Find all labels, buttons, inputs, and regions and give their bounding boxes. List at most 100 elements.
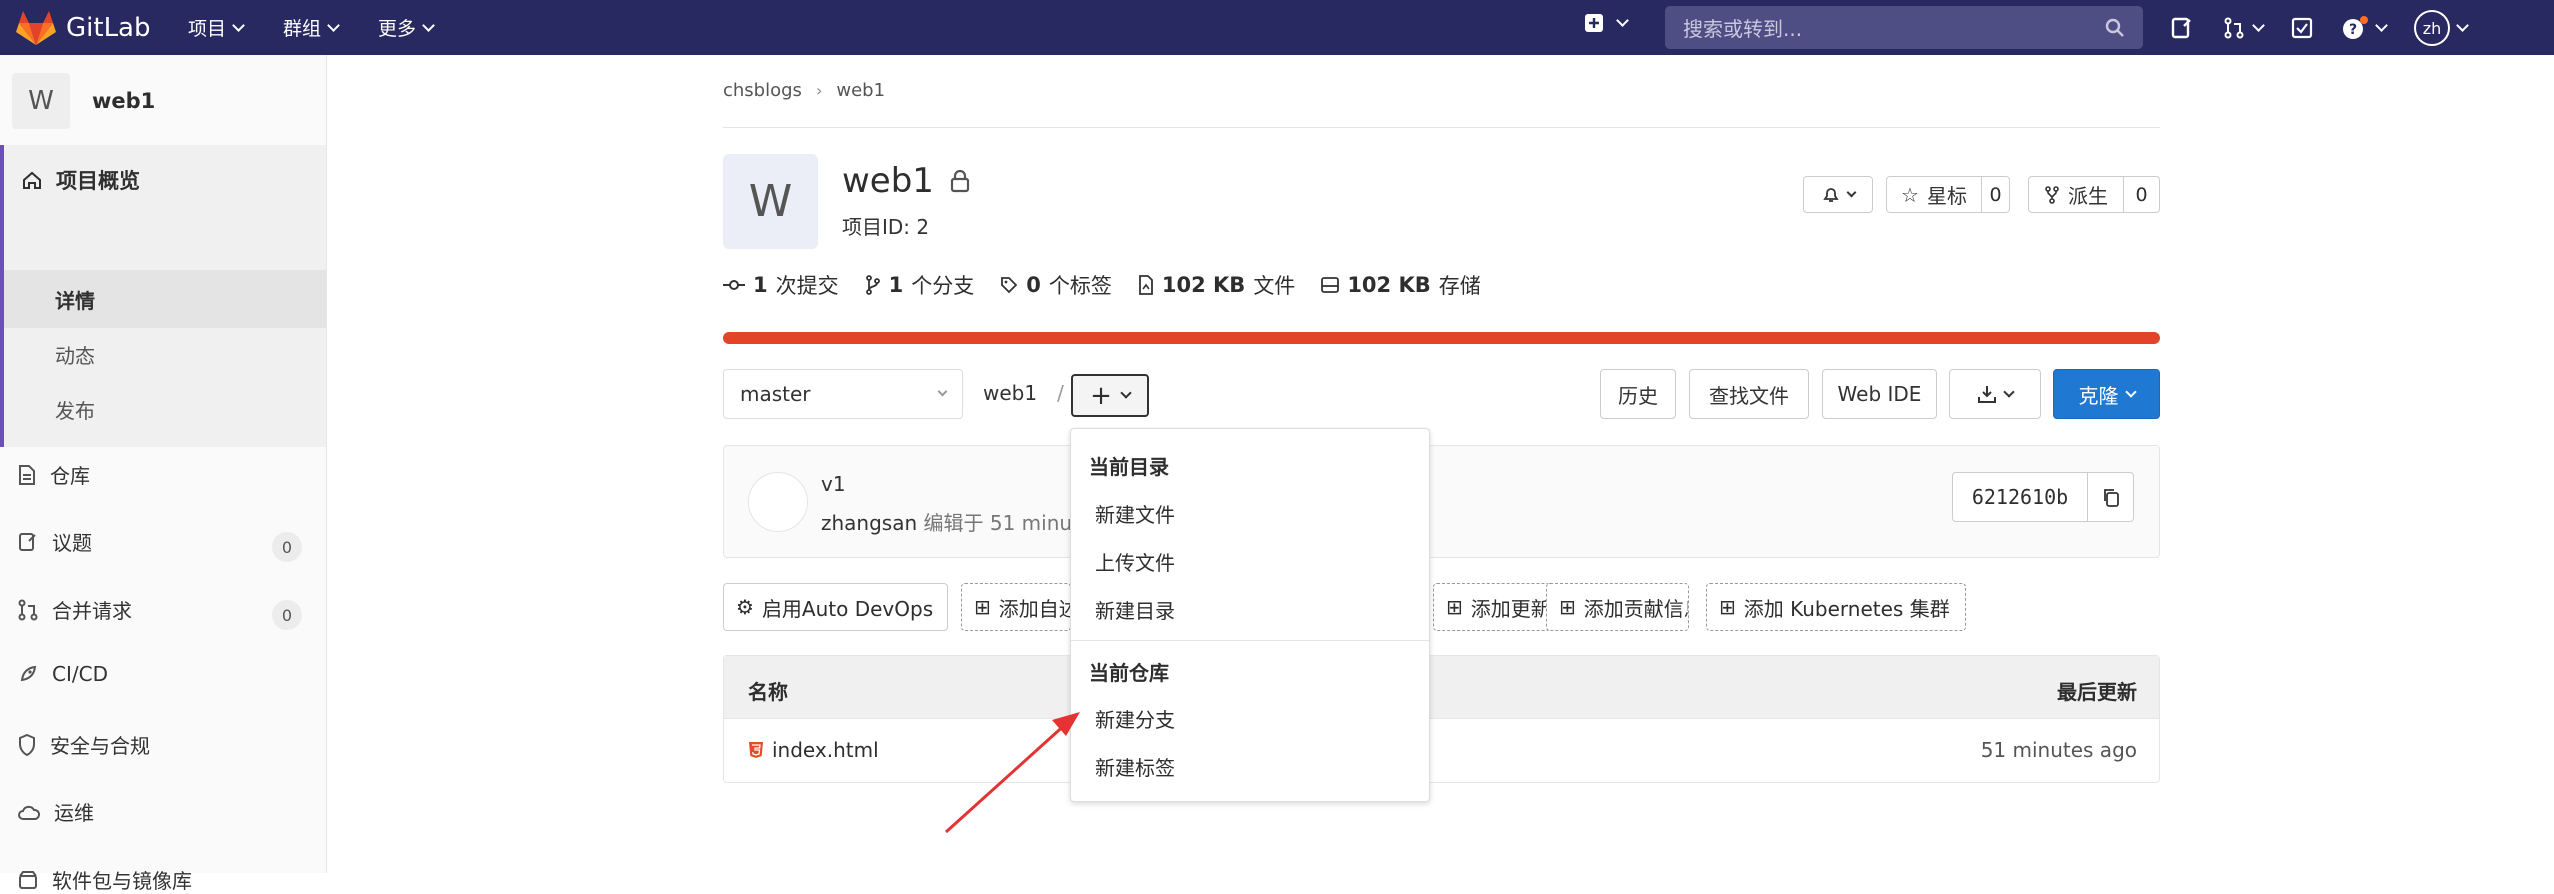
auto-devops-button[interactable]: ⚙ 启用Auto DevOps xyxy=(723,583,948,631)
stat-branches[interactable]: 1 个分支 xyxy=(865,270,975,300)
help-menu[interactable]: ? xyxy=(2341,15,2388,41)
file-updated: 51 minutes ago xyxy=(1980,738,2137,762)
branches-count: 1 xyxy=(888,273,904,297)
issues-todo-icon[interactable] xyxy=(2170,16,2194,40)
home-icon xyxy=(23,171,41,189)
stat-storage[interactable]: 102 KB 存储 xyxy=(1321,270,1481,300)
gitlab-logo[interactable]: GitLab xyxy=(16,9,151,47)
search-input[interactable]: 搜索或转到... xyxy=(1665,6,2143,49)
download-button[interactable] xyxy=(1949,369,2041,419)
history-button[interactable]: 历史 xyxy=(1600,369,1676,419)
top-right-icons: ? zh xyxy=(2170,10,2469,46)
add-to-tree-dropdown: 当前目录 新建文件 上传文件 新建目录 当前仓库 新建分支 新建标签 xyxy=(1070,428,1430,802)
commit-sha[interactable]: 6212610b xyxy=(1952,472,2088,522)
sidebar-item-overview[interactable]: 项目概览 xyxy=(22,145,140,215)
add-contributing-button[interactable]: ⊞ 添加贡献信息 xyxy=(1546,583,1689,631)
sidebar-project-name: web1 xyxy=(92,89,156,113)
top-nav: 项目 群组 更多 xyxy=(188,0,435,55)
nav-more[interactable]: 更多 xyxy=(378,14,435,41)
sidebar-item-operations[interactable]: 运维 xyxy=(18,797,94,826)
branch-icon xyxy=(865,275,880,295)
sidebar-item-issues[interactable]: 议题 xyxy=(18,527,92,556)
sidebar-item-packages[interactable]: 软件包与镜像库 xyxy=(18,865,192,894)
notification-button[interactable] xyxy=(1803,176,1873,213)
branch-selector[interactable]: master xyxy=(723,369,963,419)
issues-count-badge: 0 xyxy=(272,532,302,562)
chevron-down-icon xyxy=(422,18,435,32)
new-menu-button[interactable] xyxy=(1584,13,1629,33)
sidebar-item-label: 议题 xyxy=(52,531,92,555)
star-button[interactable]: ☆ 星标 xyxy=(1886,176,1982,213)
chevron-down-icon xyxy=(937,386,948,397)
sidebar-item-activity[interactable]: 动态 xyxy=(55,340,95,369)
chevron-down-icon xyxy=(2003,385,2015,398)
clone-button[interactable]: 克隆 xyxy=(2053,369,2160,419)
find-file-button[interactable]: 查找文件 xyxy=(1689,369,1809,419)
stat-tags[interactable]: 0 个标签 xyxy=(1000,270,1112,300)
dropdown-item-new-directory[interactable]: 新建目录 xyxy=(1095,595,1175,624)
dropdown-item-upload-file[interactable]: 上传文件 xyxy=(1095,547,1175,576)
fork-count[interactable]: 0 xyxy=(2124,176,2160,213)
project-name: web1 xyxy=(842,161,934,201)
sidebar-item-repository[interactable]: 仓库 xyxy=(18,460,90,489)
sidebar-item-merge-requests[interactable]: 合并请求 xyxy=(18,595,132,624)
add-readme-button[interactable]: ⊞ 添加自述文件 xyxy=(961,583,1071,631)
breadcrumb-group[interactable]: chsblogs xyxy=(723,80,802,101)
breadcrumb-project[interactable]: web1 xyxy=(836,80,885,101)
dropdown-section-directory: 当前目录 xyxy=(1089,455,1169,479)
add-readme-label: 添加自述文件 xyxy=(998,596,1070,621)
stat-files[interactable]: 102 KB 文件 xyxy=(1138,270,1295,300)
project-avatar: W xyxy=(723,154,818,249)
chevron-right-icon: › xyxy=(815,81,823,100)
project-stats: 1 次提交 1 个分支 0 个标签 102 KB 文件 102 KB 存储 xyxy=(723,270,1481,300)
file-tree-table: 名称 最后更新 index.html 51 minutes ago xyxy=(723,655,2160,783)
dropdown-section-repository: 当前仓库 xyxy=(1089,661,1169,685)
dropdown-item-new-branch[interactable]: 新建分支 xyxy=(1095,704,1175,733)
fork-button[interactable]: 派生 xyxy=(2028,176,2124,213)
commit-author[interactable]: zhangsan xyxy=(821,511,917,535)
nav-groups[interactable]: 群组 xyxy=(283,14,340,41)
shield-icon xyxy=(19,733,35,756)
sidebar-item-releases[interactable]: 发布 xyxy=(55,395,95,424)
copy-sha-button[interactable] xyxy=(2088,472,2134,522)
sidebar-item-cicd[interactable]: CI/CD xyxy=(18,662,108,686)
path-root[interactable]: web1 xyxy=(983,381,1037,405)
todo-check-icon[interactable] xyxy=(2291,17,2313,39)
add-to-tree-button[interactable]: + xyxy=(1071,374,1149,417)
dropdown-item-new-tag[interactable]: 新建标签 xyxy=(1095,752,1175,781)
user-menu[interactable]: zh xyxy=(2414,10,2469,46)
svg-text:?: ? xyxy=(2349,22,2357,38)
search-placeholder: 搜索或转到... xyxy=(1683,17,1803,41)
sidebar-item-label: CI/CD xyxy=(52,662,108,686)
html5-file-icon xyxy=(749,742,763,758)
commit-author-avatar[interactable] xyxy=(748,472,808,532)
fork-icon xyxy=(2045,185,2059,204)
chevron-down-icon xyxy=(1846,187,1856,197)
project-id: 项目ID: 2 xyxy=(842,215,930,239)
storage-icon xyxy=(1321,277,1340,293)
branches-label: 个分支 xyxy=(911,274,975,298)
add-kubernetes-button[interactable]: ⊞ 添加 Kubernetes 集群 xyxy=(1706,583,1966,631)
add-contributing-label: 添加贡献信息 xyxy=(1583,596,1688,621)
project-avatar-small: W xyxy=(12,73,70,129)
star-count[interactable]: 0 xyxy=(1982,176,2010,213)
sidebar-active-highlight xyxy=(4,270,326,328)
doc-icon xyxy=(19,464,35,485)
sidebar-project-header[interactable]: W web1 xyxy=(12,73,155,129)
commit-title[interactable]: v1 xyxy=(821,472,846,496)
merge-request-icon xyxy=(2224,17,2244,39)
table-row[interactable]: index.html xyxy=(748,738,879,762)
nav-projects[interactable]: 项目 xyxy=(188,14,245,41)
chevron-down-icon xyxy=(2252,19,2265,32)
merge-requests-menu[interactable] xyxy=(2222,16,2265,40)
chevron-down-icon xyxy=(2375,19,2388,32)
web-ide-button[interactable]: Web IDE xyxy=(1822,369,1937,419)
files-label: 文件 xyxy=(1253,274,1296,298)
stat-commits[interactable]: 1 次提交 xyxy=(723,270,839,300)
sidebar-item-security[interactable]: 安全与合规 xyxy=(18,730,150,759)
sidebar-item-details[interactable]: 详情 xyxy=(55,285,95,314)
dropdown-item-new-file[interactable]: 新建文件 xyxy=(1095,499,1175,528)
file-name[interactable]: index.html xyxy=(772,738,879,762)
merge-requests-count-badge: 0 xyxy=(272,600,302,630)
sidebar-item-label: 安全与合规 xyxy=(50,734,150,758)
